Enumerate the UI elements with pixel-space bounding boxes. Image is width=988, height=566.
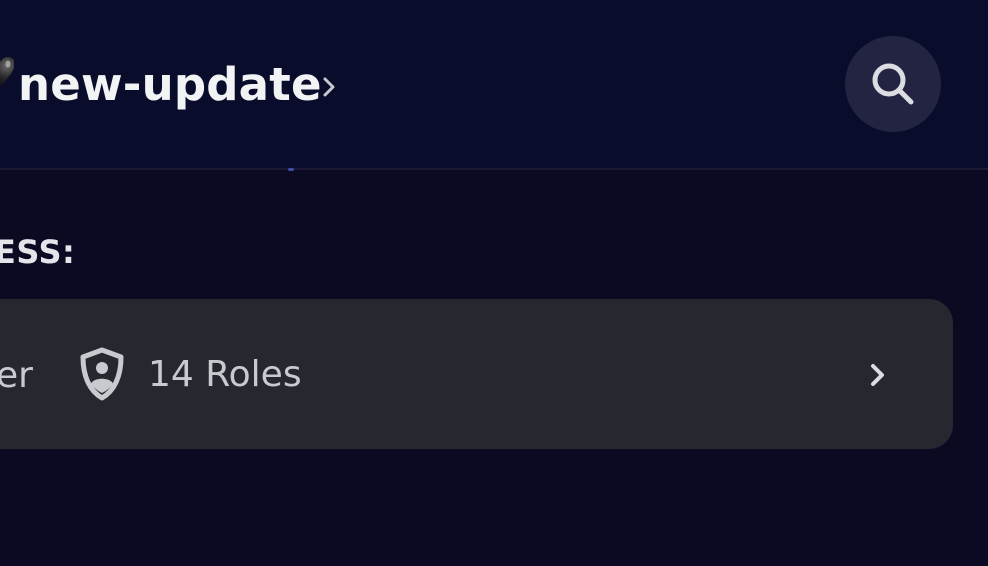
- tab-indicator: [288, 168, 294, 171]
- access-card-partial-label: er: [0, 355, 33, 396]
- search-icon: [872, 63, 914, 105]
- channel-title[interactable]: new-update: [18, 56, 322, 114]
- section-heading: ESS:: [0, 233, 76, 271]
- roles-count-label: 14 Roles: [148, 354, 302, 395]
- chevron-right-icon[interactable]: [866, 360, 890, 390]
- black-heart-icon: [0, 57, 14, 86]
- channel-header: new-update: [0, 0, 988, 170]
- shield-person-icon: [80, 347, 124, 401]
- chevron-right-icon[interactable]: [319, 73, 339, 101]
- roles-access-card[interactable]: [0, 299, 953, 449]
- search-button[interactable]: [845, 36, 941, 132]
